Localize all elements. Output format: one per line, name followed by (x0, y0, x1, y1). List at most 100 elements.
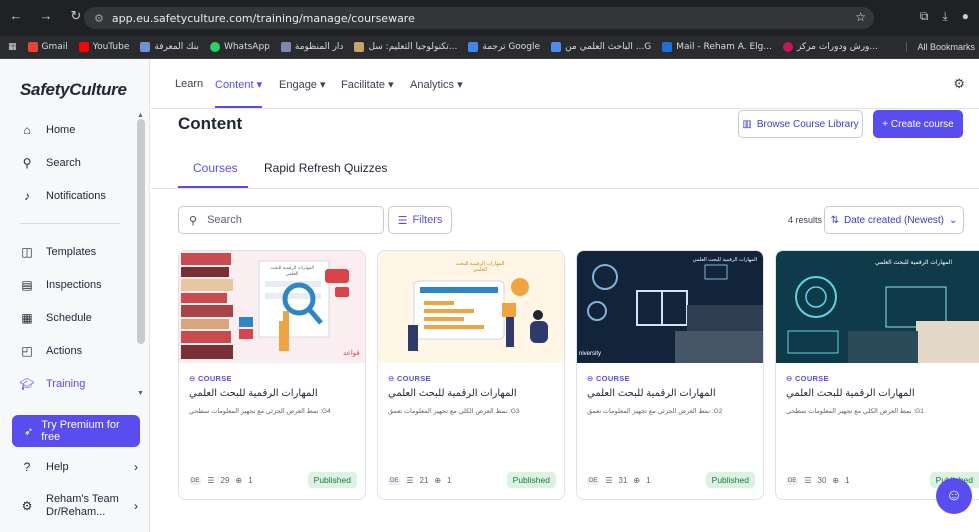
learners-icon: ⊕ (434, 476, 442, 485)
bookmark-gmail[interactable]: Gmail (27, 42, 68, 52)
course-thumbnail: المهارات الرقمية للبحث العلمي (776, 251, 979, 363)
course-card[interactable]: المهارات الرقمية للبحث العلمي قواعد ⊖ CO… (178, 250, 366, 500)
settings-gear-icon[interactable]: ⚙ (953, 76, 965, 92)
course-card[interactable]: المهارات الرقمية للبحث العلمي niversity … (576, 250, 764, 500)
bookmark-star-icon[interactable]: ☆ (855, 10, 866, 24)
tab-courses[interactable]: Courses (193, 161, 238, 175)
sort-dropdown[interactable]: ⇅ Date created (Newest) ⌄ (824, 206, 964, 234)
bookmark-whatsapp[interactable]: WhatsApp (209, 42, 270, 52)
bookmark-mandumah[interactable]: دار المنظومة (280, 42, 343, 52)
sidebar-item-templates[interactable]: ◫ Templates (0, 238, 140, 266)
forward-icon[interactable]: → (38, 8, 54, 24)
workshops-icon (782, 42, 793, 52)
status-badge: Published (307, 472, 357, 488)
thumbnail-caption: المهارات الرقمية للبحث العلمي (692, 257, 757, 263)
bookmark-translate[interactable]: ترجمة Google (468, 42, 540, 52)
course-title: المهارات الرقمية للبحث العلمي (388, 388, 517, 399)
support-chat-button[interactable]: ☺ (936, 478, 972, 514)
course-tag: ⊖ COURSE (786, 374, 829, 383)
lessons-icon: ☰ (207, 476, 215, 485)
calendar-icon: ▦ (21, 311, 33, 325)
mandumah-icon (280, 42, 291, 52)
sort-icon: ⇅ (830, 214, 839, 226)
results-count: 4 results (788, 215, 823, 225)
scroll-up-icon[interactable]: ▲ (137, 112, 144, 119)
thumbnail-corner-text: niversity (579, 351, 602, 357)
back-icon[interactable]: ← (8, 8, 24, 24)
course-title: المهارات الرقمية للبحث العلمي (786, 388, 915, 399)
reload-icon[interactable]: ↻ (68, 8, 84, 24)
course-meta: DE ☰ 29 ⊕ 1 (189, 476, 253, 485)
gmail-icon (27, 42, 38, 52)
chat-icon: ☺ (945, 487, 963, 504)
site-info-icon[interactable]: ⚙ (94, 12, 104, 25)
bookmark-mail[interactable]: Mail - Reham A. Elg... (662, 42, 772, 52)
course-subtitle: G1: نمط العرض الكلي مع تجهيز المعلومات س… (786, 408, 924, 415)
nav-active-indicator (215, 106, 262, 108)
course-thumbnail: المهارات الرقمية للبحث العلمي (378, 251, 564, 363)
course-subtitle: G3: نمط العرض الكلي مع تجهيز المعلومات ت… (388, 408, 520, 415)
search-icon: ⚲ (189, 214, 198, 227)
sidebar-item-home[interactable]: ⌂ Home (0, 116, 140, 144)
bookmark-workshops[interactable]: ورش ودورات مركز... (782, 42, 878, 52)
nav-analytics[interactable]: Analytics ▾ (410, 78, 463, 91)
filters-button[interactable]: ☰ Filters (388, 206, 452, 234)
browser-toolbar: ← → ↻ ⚙ app.eu.safetyculture.com/trainin… (0, 0, 979, 36)
create-course-button[interactable]: + Create course (873, 110, 963, 138)
tab-active-indicator (178, 186, 248, 188)
course-thumbnail: المهارات الرقمية للبحث العلمي niversity (577, 251, 763, 363)
search-input[interactable]: ⚲ Search (178, 206, 384, 234)
learners-icon: ⊕ (235, 476, 243, 485)
sidebar-item-inspections[interactable]: ▤ Inspections (0, 271, 140, 299)
tabs-divider (151, 188, 979, 189)
team-name: Reham's Team Dr/Reham... (46, 493, 119, 518)
author-badge: DE (587, 476, 600, 485)
sidebar-item-training[interactable]: 🎓︎ Training (0, 370, 140, 398)
course-illustration (577, 251, 763, 363)
author-badge: DE (388, 476, 401, 485)
nav-engage[interactable]: Engage ▾ (279, 78, 326, 91)
address-bar[interactable]: ⚙ app.eu.safetyculture.com/training/mana… (84, 7, 874, 29)
lessons-icon: ☰ (804, 476, 812, 485)
course-tag: ⊖ COURSE (189, 374, 232, 383)
thumbnail-corner-text: قواعد (343, 350, 360, 357)
course-card[interactable]: المهارات الرقمية للبحث العلمي ⊖ COURSE ا… (775, 250, 979, 500)
browse-course-library-button[interactable]: ▥ Browse Course Library (738, 110, 863, 138)
download-icon[interactable]: ⤓ (942, 9, 947, 24)
sidebar-item-schedule[interactable]: ▦ Schedule (0, 304, 140, 332)
bookmark-ekb[interactable]: بنك المعرفة (140, 42, 199, 52)
try-premium-button[interactable]: ➶ Try Premium for free (12, 415, 140, 447)
sidebar-scrollbar[interactable] (137, 119, 145, 344)
bell-icon: ♪ (24, 189, 30, 203)
browser-actions: ⧉ ⤓ ● (920, 9, 969, 24)
nav-content[interactable]: Content ▾ (215, 78, 262, 91)
youtube-icon (78, 42, 89, 52)
bookmark-edtech[interactable]: تكنولوجيا التعليم: سل... (354, 42, 457, 52)
bookmark-youtube[interactable]: YouTube (78, 42, 129, 52)
sidebar-item-search[interactable]: ⚲ Search (0, 149, 140, 177)
all-bookmarks[interactable]: All Bookmarks (906, 42, 975, 52)
sidebar-item-actions[interactable]: ◰ Actions (0, 337, 140, 365)
status-badge: Published (705, 472, 755, 488)
top-nav: Learn Content ▾ Engage ▾ Facilitate ▾ An… (151, 59, 979, 109)
profile-icon[interactable]: ● (962, 9, 969, 24)
course-thumbnail: المهارات الرقمية للبحث العلمي قواعد (179, 251, 365, 363)
app-logo[interactable]: SafetyCulture (20, 80, 127, 100)
sidebar-item-notifications[interactable]: ♪ Notifications (0, 182, 140, 210)
bookmark-scholar[interactable]: الباحث العلمي من ...G (551, 42, 651, 52)
tab-rapid-refresh-quizzes[interactable]: Rapid Refresh Quizzes (264, 161, 387, 175)
actions-icon: ◰ (21, 344, 33, 358)
learners-icon: ⊕ (633, 476, 641, 485)
course-illustration (776, 251, 979, 363)
ekb-icon (140, 42, 151, 52)
apps-icon[interactable]: ▦ (8, 42, 17, 52)
scroll-down-icon[interactable]: ▼ (137, 390, 144, 397)
extensions-icon[interactable]: ⧉ (920, 9, 929, 24)
help-menu[interactable]: ? Help › (20, 460, 138, 474)
nav-learn[interactable]: Learn (175, 78, 203, 90)
course-card[interactable]: المهارات الرقمية للبحث العلمي ⊖ COURSE ا… (377, 250, 565, 500)
course-meta: DE ☰ 31 ⊕ 1 (587, 476, 651, 485)
nav-facilitate[interactable]: Facilitate ▾ (341, 78, 394, 91)
team-menu[interactable]: ⚙ Reham's Team Dr/Reham... › (20, 493, 138, 519)
rocket-icon: ➶ (24, 425, 34, 438)
